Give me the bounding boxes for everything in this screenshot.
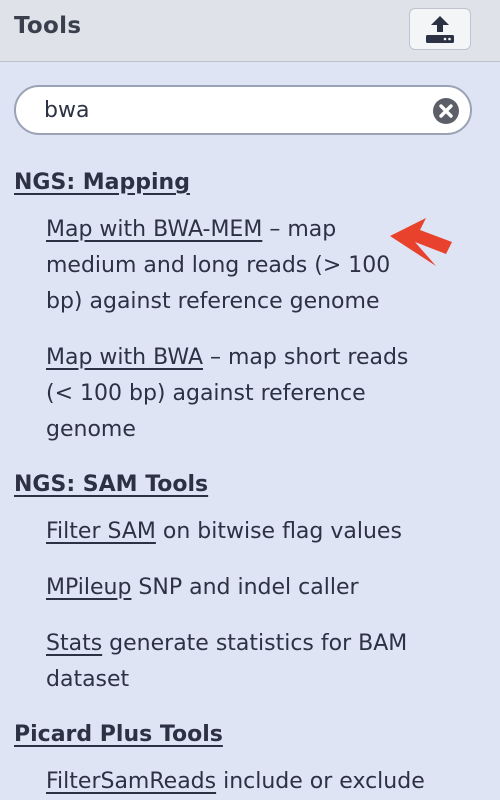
tool-desc: genome	[46, 417, 136, 442]
tool-link-filter-sam[interactable]: Filter SAM	[46, 519, 156, 544]
clear-search-button[interactable]	[432, 97, 460, 125]
section-picard-plus-tools[interactable]: Picard Plus Tools	[14, 722, 223, 747]
tool-desc: on bitwise flag values	[155, 519, 402, 544]
tool-desc: (< 100 bp) against reference	[46, 381, 366, 406]
tool-desc: bp) against reference genome	[46, 289, 380, 314]
tool-desc: dataset	[46, 667, 130, 692]
section-ngs-sam-tools[interactable]: NGS: SAM Tools	[14, 472, 208, 497]
clear-icon	[433, 98, 459, 124]
tool-desc: medium and long reads (> 100	[46, 253, 391, 278]
tool-item-mpileup: MPileup SNP and indel caller	[46, 570, 466, 606]
tool-desc: – map short reads	[203, 345, 409, 370]
arrow-shape	[390, 218, 452, 266]
tool-link-map-bwa[interactable]: Map with BWA	[46, 345, 203, 370]
panel-title: Tools	[14, 13, 82, 39]
tool-item-stats: Stats generate statistics for BAM datase…	[46, 626, 466, 698]
tool-link-map-bwa-mem[interactable]: Map with BWA-MEM	[46, 217, 262, 242]
section-ngs-mapping[interactable]: NGS: Mapping	[14, 170, 190, 195]
upload-button[interactable]	[409, 8, 471, 50]
tool-search-input[interactable]	[44, 95, 424, 125]
tool-desc: SNP and indel caller	[131, 575, 359, 600]
tool-desc: – map	[262, 217, 337, 242]
upload-icon	[426, 16, 454, 43]
tool-link-stats[interactable]: Stats	[46, 631, 102, 656]
tool-search-box	[14, 85, 472, 135]
tool-desc: include or exclude	[216, 769, 425, 794]
tool-link-mpileup[interactable]: MPileup	[46, 575, 131, 600]
annotation-arrow-icon	[390, 218, 452, 266]
tool-item-filtersamreads: FilterSamReads include or exclude	[46, 764, 466, 800]
tool-link-filtersamreads[interactable]: FilterSamReads	[46, 769, 216, 794]
tool-item-map-bwa: Map with BWA – map short reads (< 100 bp…	[46, 340, 466, 448]
tool-desc: generate statistics for BAM	[102, 631, 408, 656]
tool-panel-header: Tools	[0, 0, 500, 62]
tool-item-filter-sam: Filter SAM on bitwise flag values	[46, 514, 466, 550]
